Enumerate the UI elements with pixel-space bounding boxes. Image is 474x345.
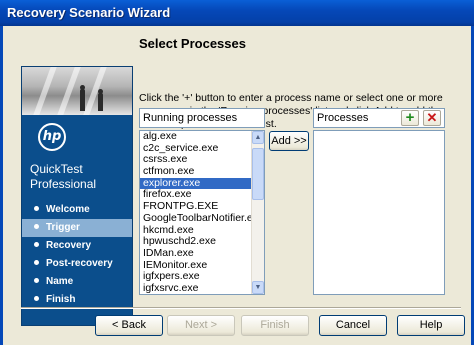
list-item[interactable]: IDMan.exe <box>140 247 264 260</box>
running-processes-label: Running processes <box>139 108 265 128</box>
bullet-icon <box>34 259 39 265</box>
bullet-icon <box>34 277 39 283</box>
bullet-icon <box>34 295 39 301</box>
wizard-sidebar: hp QuickTest Professional Welcome Trigge… <box>21 66 133 326</box>
wizard-body: Select Processes hp QuickTest Profession… <box>0 26 474 345</box>
product-name: QuickTest Professional <box>30 162 97 191</box>
back-button[interactable]: < Back <box>95 315 163 336</box>
scrollbar[interactable]: ▲ ▼ <box>251 131 264 294</box>
scroll-down-icon[interactable]: ▼ <box>252 281 264 294</box>
page-title: Select Processes <box>139 36 246 51</box>
wizard-steps: Welcome Trigger Recovery Post-recovery N… <box>22 201 132 309</box>
scroll-up-icon[interactable]: ▲ <box>252 131 264 144</box>
list-item[interactable]: ctfmon.exe <box>140 165 264 178</box>
plus-icon[interactable]: + <box>401 110 419 126</box>
help-button[interactable]: Help <box>397 315 465 336</box>
bullet-icon <box>34 241 39 247</box>
scroll-thumb[interactable] <box>252 148 264 200</box>
step-welcome: Welcome <box>22 201 132 219</box>
bullet-icon <box>34 223 39 229</box>
finish-button[interactable]: Finish <box>241 315 309 336</box>
list-item[interactable]: igfxsrvc.exe <box>140 282 264 294</box>
cancel-button[interactable]: Cancel <box>319 315 387 336</box>
hp-logo-icon: hp <box>38 123 66 151</box>
step-post-recovery: Post-recovery <box>22 255 132 273</box>
processes-list[interactable] <box>313 130 445 295</box>
bullet-icon <box>34 205 39 211</box>
banner-image <box>22 67 132 115</box>
step-recovery: Recovery <box>22 237 132 255</box>
footer-divider <box>21 307 461 309</box>
add-process-button[interactable]: Add >> <box>269 131 309 151</box>
step-name: Name <box>22 273 132 291</box>
list-item[interactable]: alg.exe <box>140 131 264 143</box>
next-button[interactable]: Next > <box>167 315 235 336</box>
window-title: Recovery Scenario Wizard <box>0 0 474 26</box>
running-processes-list[interactable]: alg.exe c2c_service.exe csrss.exe ctfmon.ex… <box>139 130 265 295</box>
delete-x-icon[interactable]: ✕ <box>423 110 441 126</box>
step-trigger: Trigger <box>22 219 132 237</box>
list-item[interactable]: GoogleToolbarNotifier.exe <box>140 212 264 225</box>
